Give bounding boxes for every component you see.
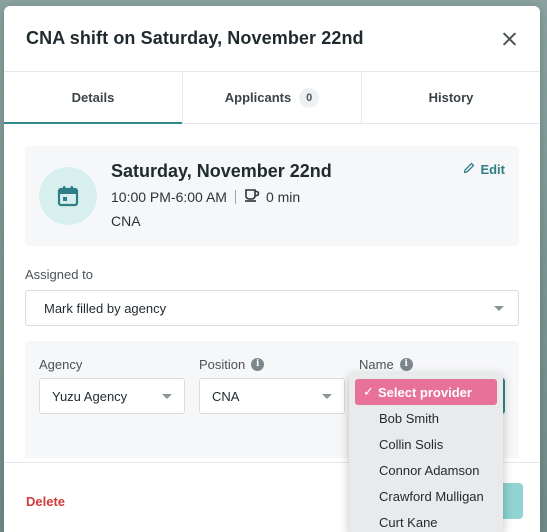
pencil-icon [463,162,475,177]
shift-summary-card: Saturday, November 22nd 10:00 PM-6:00 AM [25,146,519,246]
assigned-to-value: Mark filled by agency [44,300,167,316]
name-label: Name i [359,356,505,372]
position-value: CNA [212,388,240,404]
tab-label: Applicants [224,90,292,105]
agency-label-text: Agency [39,356,83,372]
calendar-icon [39,167,97,225]
chevron-down-icon [162,393,172,399]
tab-applicants[interactable]: Applicants 0 [183,72,362,123]
coffee-cup-icon [244,188,260,205]
close-icon[interactable] [498,28,520,50]
tab-bar: Details Applicants 0 History [4,72,540,124]
option-label: Select provider [378,384,472,400]
agency-select[interactable]: Yuzu Agency [39,378,185,414]
position-label-text: Position [199,356,246,372]
break-info: 0 min [244,188,300,205]
shift-time: 10:00 PM-6:00 AM [111,188,227,205]
chevron-down-icon [494,305,504,311]
tab-history[interactable]: History [362,72,540,123]
option-label: Curt Kane [379,514,438,530]
option-label: Collin Solis [379,436,444,452]
break-duration: 0 min [265,188,301,205]
position-field: Position i CNA [199,356,345,458]
tab-label: Details [71,90,115,105]
info-icon[interactable]: i [251,357,265,371]
provider-dropdown: ✓ Select provider Bob Smith Collin Solis… [349,373,503,532]
agency-field: Agency Yuzu Agency [39,356,185,458]
shift-date: Saturday, November 22nd [111,161,332,181]
tab-details[interactable]: Details [4,72,183,124]
dropdown-option-select-provider[interactable]: ✓ Select provider [355,379,497,405]
modal-header: CNA shift on Saturday, November 22nd [4,6,540,72]
option-label: Connor Adamson [379,462,480,478]
divider [234,189,236,204]
dropdown-option[interactable]: Collin Solis [349,431,503,457]
assigned-to-select[interactable]: Mark filled by agency [25,290,519,326]
checkmark-icon: ✓ [363,384,374,399]
tab-label: History [428,90,474,105]
dropdown-option[interactable]: Curt Kane [349,509,503,532]
dropdown-option[interactable]: Bob Smith [349,405,503,431]
dropdown-option[interactable]: Connor Adamson [349,457,503,483]
position-select[interactable]: CNA [199,378,345,414]
assigned-to-label: Assigned to [25,267,93,282]
save-button[interactable] [501,483,523,519]
name-label-text: Name [359,356,394,372]
edit-label: Edit [480,162,505,177]
option-label: Crawford Mulligan [379,488,484,504]
option-label: Bob Smith [379,410,439,426]
agency-label: Agency [39,356,185,372]
info-icon[interactable]: i [399,357,413,371]
dropdown-option[interactable]: Crawford Mulligan [349,483,503,509]
chevron-down-icon [322,393,332,399]
position-label: Position i [199,356,345,372]
shift-role: CNA [111,213,141,229]
edit-button[interactable]: Edit [463,162,505,177]
applicants-count-badge: 0 [299,87,320,108]
agency-value: Yuzu Agency [52,388,128,404]
delete-button[interactable]: Delete [26,494,65,509]
modal-title: CNA shift on Saturday, November 22nd [26,28,364,48]
shift-info: Saturday, November 22nd 10:00 PM-6:00 AM [111,161,332,246]
shift-meta: 10:00 PM-6:00 AM 0 min [111,188,332,205]
